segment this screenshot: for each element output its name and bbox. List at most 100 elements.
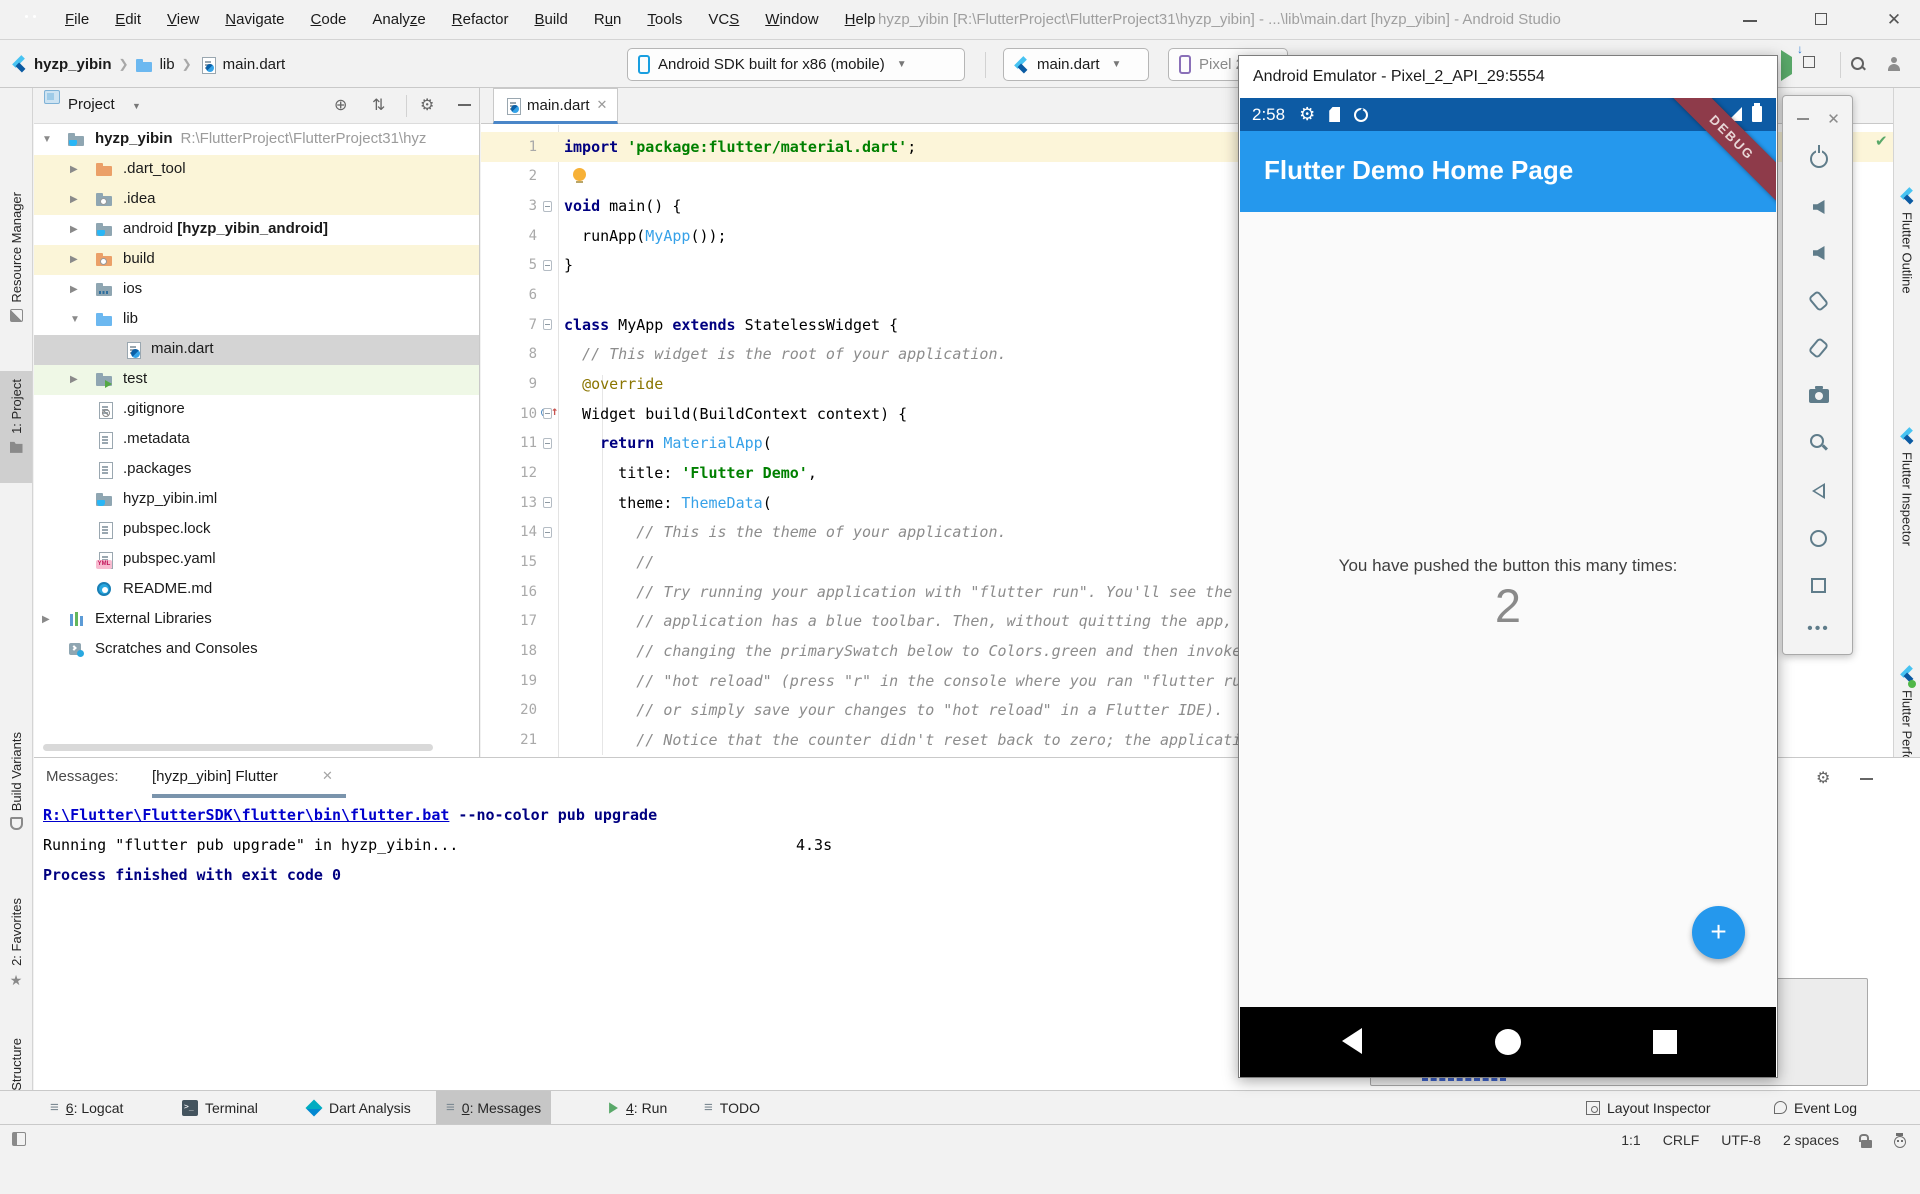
run-config-dropdown[interactable]: main.dart ▼: [1003, 48, 1149, 81]
minimize-button[interactable]: [1738, 8, 1762, 32]
tool-window-button-4-run[interactable]: 4: Run: [598, 1091, 677, 1124]
tree-row-build[interactable]: ▶build: [34, 245, 479, 275]
line-number[interactable]: 2: [481, 168, 537, 184]
maximize-button[interactable]: [1810, 8, 1834, 32]
menu-view[interactable]: View: [154, 0, 212, 40]
tree-row-pubspec-yaml[interactable]: YMLpubspec.yaml: [34, 545, 479, 575]
rotate-right-button[interactable]: [1783, 331, 1854, 365]
line-number[interactable]: 12: [481, 465, 537, 481]
collapse-arrow-icon[interactable]: ▼: [70, 314, 80, 325]
highlighting-level-icon[interactable]: [1894, 1133, 1906, 1148]
fold-marker-icon[interactable]: [543, 319, 552, 330]
caret-position[interactable]: 1:1: [1621, 1132, 1640, 1148]
tool-window-button-layout-inspector[interactable]: Layout Inspector: [1576, 1091, 1721, 1124]
encoding[interactable]: UTF-8: [1721, 1132, 1761, 1148]
line-number[interactable]: 15: [481, 554, 537, 570]
hide-panel-icon[interactable]: [1860, 778, 1873, 780]
line-number[interactable]: 8: [481, 346, 537, 362]
indent-size[interactable]: 2 spaces: [1783, 1132, 1839, 1148]
tool-window-button-6-logcat[interactable]: ≡6: Logcat: [40, 1091, 133, 1124]
sidebar-tab-resource-manager[interactable]: Resource Manager: [0, 184, 32, 360]
nav-home-button[interactable]: [1495, 1029, 1521, 1055]
collapse-all-icon[interactable]: ⇅: [372, 95, 385, 115]
collapse-arrow-icon[interactable]: ▼: [42, 134, 52, 145]
device-selector-dropdown[interactable]: Android SDK built for x86 (mobile) ▼: [627, 48, 965, 81]
close-icon[interactable]: ✕: [1827, 110, 1840, 128]
sidebar-tab-build-variants[interactable]: Build Variants: [0, 724, 32, 876]
menu-build[interactable]: Build: [521, 0, 580, 40]
fold-marker-icon[interactable]: [543, 527, 552, 538]
line-endings[interactable]: CRLF: [1663, 1132, 1700, 1148]
fold-marker-icon[interactable]: [543, 408, 552, 419]
line-number[interactable]: 3: [481, 198, 537, 214]
fold-marker-icon[interactable]: [543, 260, 552, 271]
menu-edit[interactable]: Edit: [102, 0, 154, 40]
emulator-window-title[interactable]: Android Emulator - Pixel_2_API_29:5554: [1239, 56, 1777, 98]
volume-up-button[interactable]: [1783, 190, 1854, 224]
tree-row--idea[interactable]: ▶.idea: [34, 185, 479, 215]
line-number[interactable]: 20: [481, 702, 537, 718]
tree-row-lib[interactable]: ▼lib: [34, 305, 479, 335]
line-number[interactable]: 5: [481, 257, 537, 273]
emulator-screen[interactable]: 2:58 ⚙ Flutter Demo Home Page You have p…: [1240, 98, 1776, 1077]
menu-analyze[interactable]: Analyze: [359, 0, 438, 40]
fab-increment-button[interactable]: +: [1692, 906, 1745, 959]
tree-row-pubspec-lock[interactable]: pubspec.lock: [34, 515, 479, 545]
close-tab-icon[interactable]: ✕: [322, 768, 333, 784]
screenshot-button[interactable]: [1783, 379, 1854, 413]
volume-down-button[interactable]: [1783, 236, 1854, 270]
tree-row--gitignore[interactable]: .gitignore: [34, 395, 479, 425]
tool-window-button-todo[interactable]: ≡TODO: [694, 1091, 770, 1124]
tab-main-dart[interactable]: main.dart ✕: [493, 88, 618, 124]
line-number[interactable]: 14: [481, 524, 537, 540]
menu-run[interactable]: Run: [581, 0, 635, 40]
locate-file-icon[interactable]: ⊕: [334, 95, 347, 115]
tree-row-hyzp-yibin[interactable]: ▼hyzp_yibinR:\FlutterProject\FlutterProj…: [34, 125, 479, 155]
sidebar-tab-2-favorites[interactable]: 2: Favorites★: [0, 890, 32, 1016]
line-number[interactable]: 10: [481, 406, 537, 422]
line-number[interactable]: 17: [481, 613, 537, 629]
expand-arrow-icon[interactable]: ▶: [70, 374, 78, 385]
sidebar-tab-1-project[interactable]: 1: Project: [0, 371, 32, 483]
inspection-ok-checkmark-icon[interactable]: ✔: [1875, 132, 1888, 150]
chevron-down-icon[interactable]: ▼: [132, 101, 141, 111]
run-button-partial[interactable]: [1781, 57, 1792, 75]
project-panel-title[interactable]: Project: [68, 96, 115, 113]
tree-row-test[interactable]: ▶test: [34, 365, 479, 395]
tool-window-button-terminal[interactable]: Terminal: [172, 1091, 268, 1124]
breadcrumb-file[interactable]: main.dart: [223, 56, 286, 73]
rotate-left-button[interactable]: [1783, 284, 1854, 318]
menu-code[interactable]: Code: [298, 0, 360, 40]
gear-icon[interactable]: ⚙: [420, 95, 434, 115]
line-number[interactable]: 16: [481, 584, 537, 600]
close-tab-icon[interactable]: ✕: [597, 97, 608, 113]
tool-window-button-dart-analysis[interactable]: Dart Analysis: [296, 1091, 421, 1124]
sidebar-tab-flutter-inspector[interactable]: Flutter Inspector: [1894, 424, 1920, 646]
tree-row--dart-tool[interactable]: ▶.dart_tool: [34, 155, 479, 185]
tab-flutter-messages[interactable]: [hyzp_yibin] Flutter: [152, 768, 278, 785]
horizontal-scrollbar[interactable]: [43, 744, 433, 751]
fold-marker-icon[interactable]: [543, 201, 552, 212]
tree-row-ios[interactable]: ▶ios: [34, 275, 479, 305]
menu-tools[interactable]: Tools: [634, 0, 695, 40]
line-number[interactable]: 1: [481, 139, 537, 155]
minimize-icon[interactable]: [1797, 118, 1809, 120]
write-lock-icon[interactable]: [1861, 1133, 1872, 1148]
line-number[interactable]: 6: [481, 287, 537, 303]
fold-marker-icon[interactable]: [543, 497, 552, 508]
more-options-button[interactable]: •••: [1783, 612, 1854, 646]
tree-row-hyzp-yibin-iml[interactable]: hyzp_yibin.iml: [34, 485, 479, 515]
home-button[interactable]: [1783, 521, 1854, 555]
power-button[interactable]: [1783, 142, 1854, 176]
tree-row--packages[interactable]: .packages: [34, 455, 479, 485]
line-number[interactable]: 13: [481, 495, 537, 511]
back-button[interactable]: [1783, 474, 1854, 508]
nav-back-button[interactable]: [1342, 1028, 1362, 1054]
line-number[interactable]: 19: [481, 673, 537, 689]
line-number[interactable]: 7: [481, 317, 537, 333]
sidebar-tab-flutter-outline[interactable]: Flutter Outline: [1894, 184, 1920, 390]
expand-arrow-icon[interactable]: ▶: [70, 194, 78, 205]
line-number[interactable]: 21: [481, 732, 537, 748]
line-number[interactable]: 9: [481, 376, 537, 392]
menu-window[interactable]: Window: [752, 0, 831, 40]
